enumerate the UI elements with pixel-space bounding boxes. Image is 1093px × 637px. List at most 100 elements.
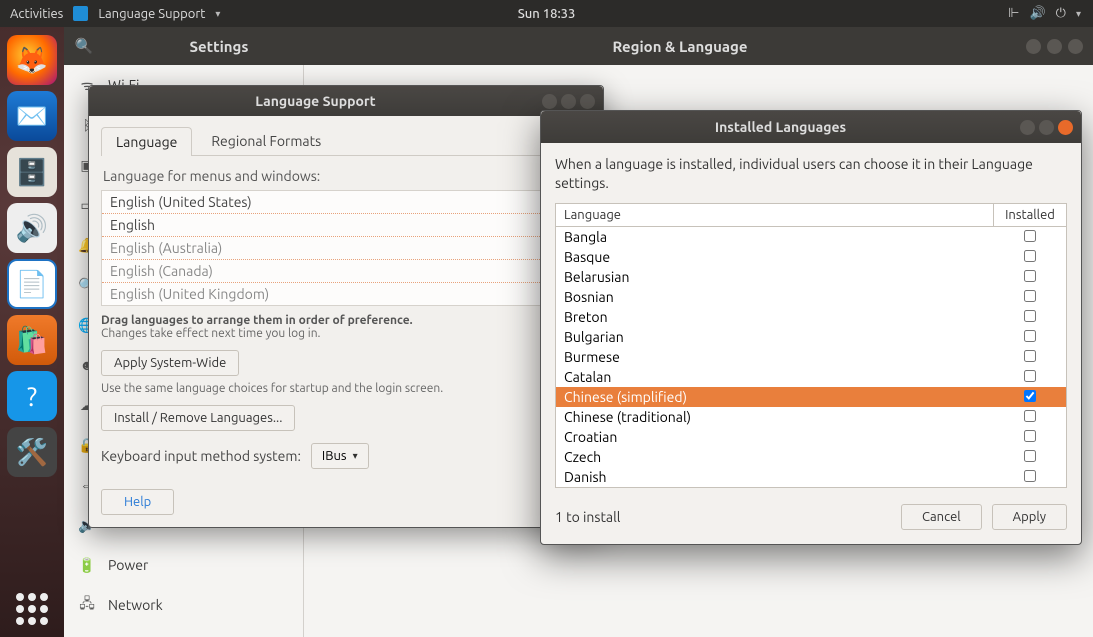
install-status: 1 to install (555, 509, 891, 525)
search-icon[interactable]: 🔍 (64, 37, 104, 55)
installed-checkbox[interactable] (1024, 330, 1036, 342)
installed-checkbox[interactable] (1024, 290, 1036, 302)
language-name-cell: Burmese (556, 347, 994, 367)
installed-checkbox[interactable] (1024, 310, 1036, 322)
installed-checkbox[interactable] (1024, 270, 1036, 282)
clock[interactable]: Sun 18:33 (518, 7, 576, 21)
column-header-language[interactable]: Language (556, 204, 994, 226)
table-row[interactable]: Bangla (556, 227, 1066, 247)
drag-hint-bold: Drag languages to arrange them in order … (101, 314, 591, 327)
table-row[interactable]: Bosnian (556, 287, 1066, 307)
language-name-cell: Czech (556, 447, 994, 467)
network-icon: 🖧 (78, 593, 96, 617)
language-support-titlebar[interactable]: Language Support (89, 86, 603, 116)
language-name-cell: Breton (556, 307, 994, 327)
installed-cell (994, 447, 1066, 467)
power-icon[interactable]: ⏻ (1056, 6, 1066, 21)
installed-checkbox[interactable] (1024, 350, 1036, 362)
language-order-item[interactable]: English (United States) (102, 191, 590, 213)
sidebar-item-network[interactable]: 🖧 Network (64, 585, 303, 625)
table-row[interactable]: Bulgarian (556, 327, 1066, 347)
keyboard-method-select[interactable]: IBus ▾ (311, 443, 369, 469)
language-order-item[interactable]: English (United Kingdom) (102, 282, 590, 305)
install-remove-languages-button[interactable]: Install / Remove Languages... (101, 405, 295, 431)
writer-launcher[interactable]: 📄 (7, 259, 57, 309)
installed-checkbox[interactable] (1024, 430, 1036, 442)
close-icon[interactable] (1068, 39, 1083, 54)
rhythmbox-launcher[interactable]: 🔊 (7, 203, 57, 253)
window-title: Language Support (89, 93, 542, 109)
maximize-icon[interactable] (1047, 39, 1062, 54)
table-row[interactable]: Breton (556, 307, 1066, 327)
maximize-icon[interactable] (1039, 120, 1054, 135)
dialog-description: When a language is installed, individual… (555, 155, 1067, 193)
installed-languages-window: Installed Languages When a language is i… (540, 110, 1082, 545)
tab-regional-formats[interactable]: Regional Formats (196, 126, 336, 155)
installed-cell (994, 247, 1066, 267)
table-row[interactable]: Burmese (556, 347, 1066, 367)
language-name-cell: Danish (556, 467, 994, 487)
tab-language[interactable]: Language (101, 127, 192, 156)
installed-checkbox[interactable] (1024, 470, 1036, 482)
maximize-icon[interactable] (561, 94, 576, 109)
power-icon: 🔋 (78, 557, 96, 574)
table-header: Language Installed (556, 204, 1066, 227)
sidebar-item-power[interactable]: 🔋Power (64, 545, 303, 585)
table-row[interactable]: Danish (556, 467, 1066, 487)
table-row[interactable]: Czech (556, 447, 1066, 467)
installed-checkbox[interactable] (1024, 250, 1036, 262)
firefox-launcher[interactable]: 🦊 (7, 35, 57, 85)
help-launcher[interactable]: ? (7, 371, 57, 421)
table-row[interactable]: Chinese (traditional) (556, 407, 1066, 427)
tab-bar: Language Regional Formats (101, 126, 591, 156)
app-menu-icon (73, 6, 88, 21)
software-launcher[interactable]: 🛍️ (7, 315, 57, 365)
show-applications[interactable] (16, 593, 48, 625)
installed-checkbox[interactable] (1024, 450, 1036, 462)
minimize-icon[interactable] (1026, 39, 1041, 54)
language-order-item[interactable]: English (Canada) (102, 259, 590, 282)
installed-checkbox[interactable] (1024, 410, 1036, 422)
language-order-item[interactable]: English (Australia) (102, 236, 590, 259)
apply-system-wide-button[interactable]: Apply System-Wide (101, 350, 239, 376)
minimize-icon[interactable] (542, 94, 557, 109)
installed-cell (994, 327, 1066, 347)
thunderbird-launcher[interactable]: ✉️ (7, 91, 57, 141)
activities-button[interactable]: Activities (10, 7, 63, 21)
language-order-item[interactable]: English (102, 213, 590, 236)
drag-hint: Changes take effect next time you log in… (101, 327, 591, 340)
language-order-list[interactable]: English (United States) English English … (101, 190, 591, 306)
installed-checkbox[interactable] (1024, 370, 1036, 382)
app-menu-label[interactable]: Language Support (98, 7, 205, 21)
language-name-cell: Bosnian (556, 287, 994, 307)
table-row[interactable]: Basque (556, 247, 1066, 267)
table-row[interactable]: Chinese (simplified) (556, 387, 1066, 407)
chevron-down-icon[interactable]: ▾ (1076, 8, 1081, 20)
close-icon[interactable] (1058, 120, 1073, 135)
volume-icon[interactable]: 🔊 (1029, 6, 1045, 21)
language-name-cell: Bangla (556, 227, 994, 247)
installed-cell (994, 367, 1066, 387)
installed-cell (994, 427, 1066, 447)
installed-checkbox[interactable] (1024, 230, 1036, 242)
installed-checkbox[interactable] (1024, 390, 1036, 402)
table-row[interactable]: Catalan (556, 367, 1066, 387)
installed-cell (994, 267, 1066, 287)
table-row[interactable]: Croatian (556, 427, 1066, 447)
installed-languages-titlebar[interactable]: Installed Languages (541, 111, 1081, 143)
files-launcher[interactable]: 🗄️ (7, 147, 57, 197)
installed-cell (994, 307, 1066, 327)
language-name-cell: Chinese (simplified) (556, 387, 994, 407)
language-name-cell: Chinese (traditional) (556, 407, 994, 427)
apply-button[interactable]: Apply (992, 504, 1067, 530)
table-row[interactable]: Belarusian (556, 267, 1066, 287)
minimize-icon[interactable] (1020, 120, 1035, 135)
cancel-button[interactable]: Cancel (901, 504, 982, 530)
network-icon[interactable]: ⊩ (1008, 6, 1019, 21)
close-icon[interactable] (580, 94, 595, 109)
help-button[interactable]: Help (101, 489, 174, 515)
settings-launcher[interactable]: 🛠️ (7, 427, 57, 477)
installed-cell (994, 387, 1066, 407)
column-header-installed[interactable]: Installed (994, 204, 1066, 226)
sidebar-item-label: Network (108, 597, 163, 613)
